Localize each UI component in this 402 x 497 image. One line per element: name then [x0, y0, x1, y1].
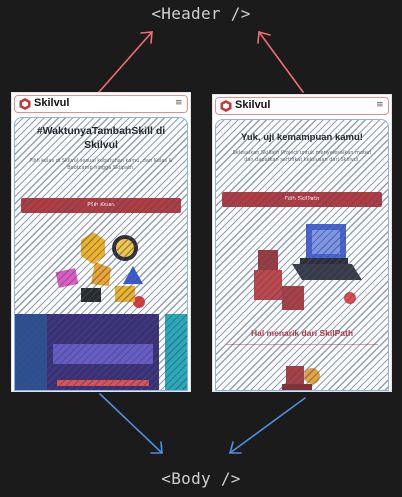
- header-arrow-right: [258, 31, 304, 93]
- hamburger-icon[interactable]: ≡: [175, 99, 183, 108]
- header-arrow-left: [98, 31, 153, 93]
- mascot-illustration: [282, 366, 320, 390]
- section-title: Hal menarik dari SkilPath: [250, 328, 354, 338]
- header-region: Skilvul ≡: [215, 97, 389, 115]
- hero-description: Pilih kelas di Skilvul sesuai kebutuhan …: [29, 158, 173, 171]
- body-region: #WaktunyaTambahSkill di Skilvul Pilih ke…: [14, 117, 188, 391]
- logo-text: Skilvul: [34, 97, 70, 109]
- body-arrow-left: [99, 393, 163, 454]
- hero-title: Yuk, uji kemampuan kamu!: [241, 132, 363, 143]
- section-divider: [226, 344, 378, 345]
- body-region: Yuk, uji kemampuan kamu! Selesaikan Skil…: [215, 119, 389, 391]
- hamburger-icon[interactable]: ≡: [376, 101, 384, 110]
- choose-skilpath-button[interactable]: Pilih SkilPath: [222, 192, 382, 207]
- laptop-illustration: [254, 224, 362, 310]
- hero-description: Selesaikan Skillath Project untuk menyel…: [232, 150, 372, 163]
- course-cards-carousel[interactable]: [15, 314, 187, 390]
- logo-text: Skilvul: [235, 99, 271, 111]
- badges-illustration: [55, 232, 145, 308]
- mobile-mockup-left: Skilvul ≡ #WaktunyaTambahSkill di Skilvu…: [11, 92, 191, 392]
- skilvul-logo-icon: [220, 100, 232, 112]
- header-region: Skilvul ≡: [14, 95, 188, 113]
- choose-class-button[interactable]: Pilih Kelas: [21, 198, 181, 213]
- skilvul-logo-icon: [19, 98, 31, 110]
- hero-title: #WaktunyaTambahSkill di Skilvul: [36, 125, 166, 151]
- mobile-mockup-right: Skilvul ≡ Yuk, uji kemampuan kamu! Seles…: [212, 94, 392, 392]
- body-arrow-right: [229, 397, 306, 454]
